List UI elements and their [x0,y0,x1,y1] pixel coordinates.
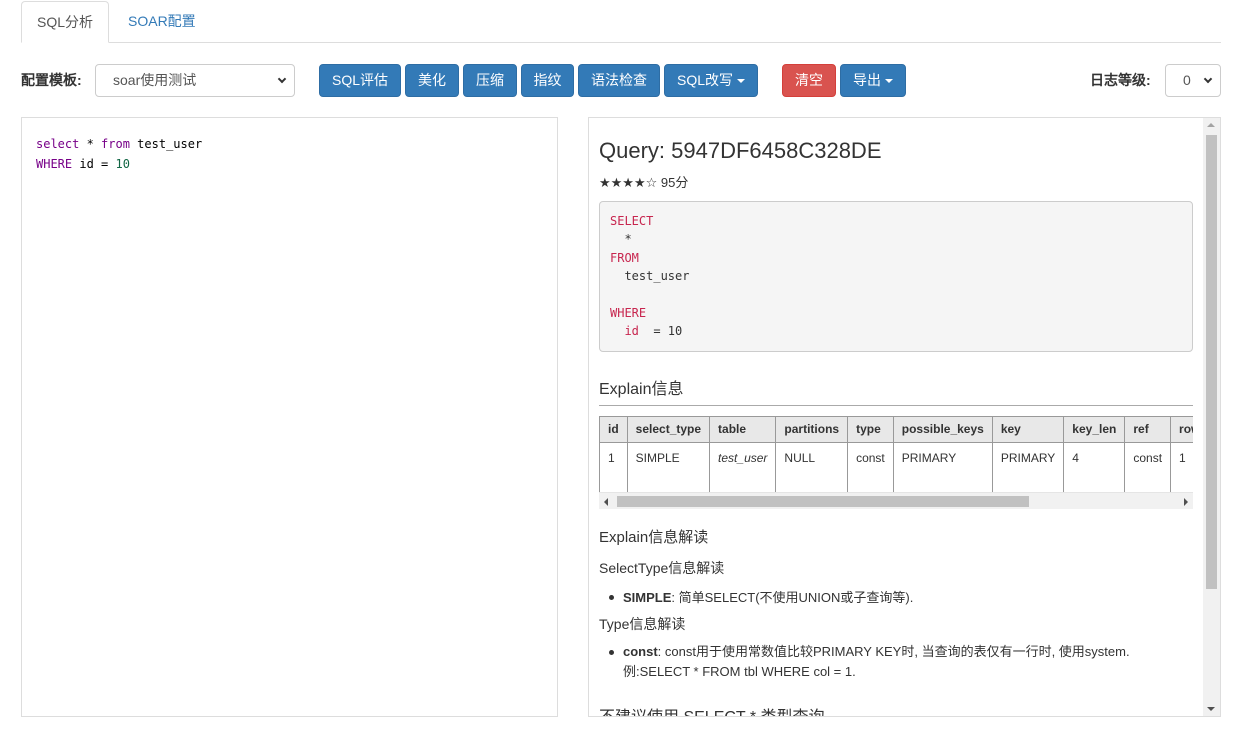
explain-table-header-row: id select_type table partitions type pos… [599,416,1193,443]
compress-button[interactable]: 压缩 [463,64,517,97]
query-title: Query: 5947DF6458C328DE [599,138,882,163]
scrollbar-thumb[interactable] [1206,135,1217,589]
select-type-heading: SelectType信息解读 [599,560,725,576]
column-header: key_len [1063,416,1126,443]
template-select[interactable]: soar使用测试 [95,64,295,97]
table-cell: const [1124,442,1172,493]
scroll-up-icon[interactable] [1207,123,1215,127]
score-value: 95分 [660,175,689,190]
formatted-sql-block: SELECT * FROM test_user WHERE id = 10 [599,201,1193,352]
log-level-select[interactable]: 0 [1165,64,1221,97]
star-rating-icon: ★★★★☆ [599,175,658,190]
table-cell: NULL [775,442,849,493]
editor-line-1: select * from test_user [36,137,203,151]
caret-down-icon [885,79,893,84]
table-cell: 1 [1170,442,1193,493]
column-header: partitions [775,416,849,443]
sql-rewrite-dropdown-button[interactable]: SQL改写 [664,64,758,97]
column-header: id [599,416,628,443]
column-header: type [847,416,894,443]
table-cell: PRIMARY [892,442,993,493]
column-header: possible_keys [892,416,993,443]
explain-interpretation-heading: Explain信息解读 [599,529,709,546]
template-label: 配置模板: [21,72,82,88]
table-row: 1 SIMPLE test_user NULL const PRIMARY PR… [599,442,1193,493]
no-select-star-heading: 不建议使用 SELECT * 类型查询 [599,703,825,716]
bullet-icon [609,650,614,655]
table-cell: 4 [1063,442,1126,493]
sql-rewrite-label: SQL改写 [676,72,733,88]
chevron-down-icon [1203,74,1213,84]
table-cell: SIMPLE [626,442,711,493]
result-panel[interactable]: Query: 5947DF6458C328DE ★★★★☆ 95分 SELECT… [588,117,1221,717]
scrollbar-thumb[interactable] [617,496,1029,507]
table-cell: const [847,442,894,493]
table-cell: PRIMARY [991,442,1065,493]
beautify-button[interactable]: 美化 [405,64,459,97]
column-header: rows [1170,416,1193,443]
column-header: select_type [626,416,711,443]
syntax-check-button[interactable]: 语法检查 [578,64,660,97]
editor-line-2: WHERE id = 10 [36,157,130,171]
caret-down-icon [737,79,745,84]
export-label: 导出 [853,72,881,88]
scroll-left-icon[interactable] [604,498,608,506]
clear-button[interactable]: 清空 [782,64,836,97]
explain-table: id select_type table partitions type pos… [599,416,1193,493]
query-score: ★★★★☆ 95分 [599,172,688,191]
table-cell: 1 [599,442,628,493]
sql-evaluate-button[interactable]: SQL评估 [319,64,401,97]
list-item: const: const用于使用常数值比较PRIMARY KEY时, 当查询的表… [609,642,1193,682]
log-level-label: 日志等级: [1090,72,1151,88]
type-heading: Type信息解读 [599,616,686,632]
tab-sql-analysis[interactable]: SQL分析 [21,1,109,43]
sql-editor[interactable]: select * from test_user WHERE id = 10 [21,117,558,717]
tab-soar-config[interactable]: SOAR配置 [113,1,211,43]
table-cell: test_user [709,442,777,493]
chevron-down-icon [277,74,287,84]
column-header: ref [1124,416,1172,443]
explain-heading: Explain信息 [599,375,1193,406]
log-level-value: 0 [1183,72,1191,88]
export-dropdown-button[interactable]: 导出 [840,64,906,97]
vertical-scrollbar[interactable] [1203,118,1220,716]
horizontal-scrollbar[interactable] [599,492,1193,509]
scroll-right-icon[interactable] [1184,498,1188,506]
tab-bar: SQL分析 SOAR配置 [21,0,1221,43]
template-select-value: soar使用测试 [113,72,197,88]
column-header: key [991,416,1065,443]
fingerprint-button[interactable]: 指纹 [521,64,574,97]
column-header: table [709,416,777,443]
scroll-down-icon[interactable] [1207,707,1215,711]
list-item: SIMPLE: 简单SELECT(不使用UNION或子查询等). [609,587,913,606]
bullet-icon [609,595,614,600]
